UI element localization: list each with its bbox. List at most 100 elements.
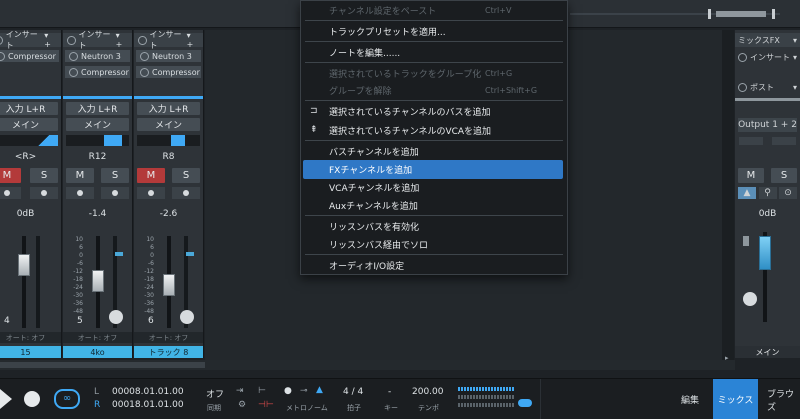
power-icon[interactable] [738, 82, 747, 92]
output-selector[interactable]: メイン [137, 118, 200, 131]
menu-item-enable-listen-bus[interactable]: リッスンバスを有効化 [301, 217, 567, 236]
solo-button[interactable]: S [771, 168, 797, 183]
menu-item-add-aux-channel[interactable]: Auxチャンネルを追加 [301, 196, 567, 215]
mute-button[interactable]: M [738, 168, 764, 183]
chevron-down-icon[interactable]: ▾ + [44, 31, 57, 49]
menu-item-audio-io-setup[interactable]: オーディオI/O設定 [301, 256, 567, 275]
output-selector[interactable]: メイン [66, 118, 129, 131]
menu-item-add-vca-channel[interactable]: VCAチャンネルを追加 [301, 178, 567, 197]
solo-button[interactable]: S [101, 168, 129, 183]
volume-fader[interactable] [18, 254, 30, 276]
channel-name[interactable]: 15 [0, 346, 61, 358]
time-signature-value[interactable]: 4 / 4 [343, 387, 363, 397]
record-arm-button[interactable] [137, 187, 165, 199]
precount-icon[interactable]: ⊣⊢ [258, 400, 274, 410]
post-header[interactable]: ポスト ▾ [735, 80, 800, 94]
meter-icon[interactable] [180, 310, 194, 324]
loop-icon[interactable]: ∞ [54, 389, 80, 409]
volume-fader[interactable] [163, 274, 175, 296]
automation-mode[interactable]: オート: オフ [63, 332, 132, 343]
fader-track[interactable] [22, 236, 26, 328]
key-value[interactable]: - [388, 387, 391, 397]
tempo-value[interactable]: 200.00 [412, 387, 444, 397]
channel-name[interactable]: トラック 8 [134, 346, 203, 358]
mix-fx-selector[interactable]: ミックスFX ▾ [735, 33, 800, 47]
menu-item-edit-notes[interactable]: ノートを編集...... [301, 43, 567, 62]
menu-item-add-vca-for-selected[interactable]: ⇞ 選択されているチャンネルのVCAを追加 [301, 121, 567, 140]
power-icon[interactable] [140, 67, 149, 77]
meter-icon[interactable] [109, 310, 123, 324]
chevron-down-icon[interactable]: ▾ + [116, 31, 128, 49]
menu-item-add-fx-channel[interactable]: FXチャンネルを追加 [303, 160, 563, 179]
chevron-down-icon[interactable]: ▾ + [187, 31, 199, 49]
insert-header[interactable]: インサート ▾ + [134, 30, 203, 50]
input-selector[interactable]: 入力 L+R [66, 102, 129, 115]
timeline-marker-right[interactable] [772, 9, 775, 19]
insert-header[interactable]: インサート ▾ + [63, 30, 132, 50]
input-selector[interactable]: 入力 L+R [0, 102, 58, 115]
power-icon[interactable] [0, 51, 5, 61]
loop-end-value[interactable]: 00018.01.01.00 [112, 400, 184, 410]
monitor-button[interactable] [101, 187, 129, 199]
record-icon[interactable] [24, 391, 40, 407]
punch-out-icon[interactable]: ⊢ [258, 386, 266, 396]
menu-item-add-bus-for-selected[interactable]: ⊐ 選択されているチャンネルのバスを追加 [301, 102, 567, 121]
menu-item-apply-track-preset[interactable]: トラックプリセットを適用... [301, 22, 567, 41]
metronome-dot-icon[interactable]: ● [284, 386, 292, 396]
pan-slider[interactable] [137, 135, 200, 146]
pan-slider[interactable] [0, 135, 58, 146]
meter-icon[interactable] [743, 292, 757, 306]
play-icon[interactable] [0, 389, 12, 409]
sync-value[interactable]: オフ [206, 387, 224, 400]
menu-item-solo-via-listen-bus[interactable]: リッスンバス経由でソロ [301, 235, 567, 254]
volume-fader[interactable] [92, 270, 104, 292]
monitor-button[interactable] [30, 187, 58, 199]
power-icon[interactable] [0, 35, 3, 45]
volume-fader[interactable] [759, 236, 771, 270]
mixer-horizontal-scrollbar[interactable] [0, 360, 735, 370]
automation-mode[interactable]: オート: オフ [0, 332, 61, 343]
tab-browse[interactable]: ブラウズ [759, 379, 800, 419]
level-button-right[interactable] [772, 137, 796, 145]
input-selector[interactable]: 入力 L+R [137, 102, 200, 115]
menu-item-add-bus-channel[interactable]: バスチャンネルを追加 [301, 142, 567, 161]
tab-edit[interactable]: 編集 [668, 379, 712, 419]
solo-button[interactable]: S [172, 168, 200, 183]
insert-header[interactable]: インサート ▾ [735, 50, 800, 64]
power-icon[interactable] [140, 51, 149, 61]
mute-button[interactable]: M [0, 168, 21, 183]
power-icon[interactable] [69, 67, 78, 77]
metronome-settings-icon[interactable]: ⊸ [300, 386, 308, 396]
timeline-loop-range[interactable] [716, 11, 766, 17]
gear-icon[interactable]: ⚙ [238, 400, 246, 410]
channel-name[interactable]: メイン [735, 346, 800, 358]
insert-slot[interactable]: Compressor [0, 50, 59, 62]
record-arm-button[interactable] [66, 187, 94, 199]
solo-button[interactable]: S [30, 168, 58, 183]
punch-in-icon[interactable]: ⇥ [236, 386, 244, 396]
mute-button[interactable]: M [66, 168, 94, 183]
metronome-icon[interactable]: ▲ [316, 385, 323, 395]
monitor-button[interactable] [172, 187, 200, 199]
timeline-marker-left[interactable] [708, 9, 711, 19]
channel-name[interactable]: 4ko [63, 346, 132, 358]
scroll-thumb[interactable] [0, 362, 205, 368]
insert-slot[interactable]: Neutron 3 [136, 50, 201, 62]
loop-start-value[interactable]: 00008.01.01.00 [112, 387, 184, 397]
power-icon[interactable] [67, 35, 76, 45]
power-icon[interactable] [138, 35, 147, 45]
toggle-switch[interactable] [518, 399, 532, 407]
output-selector[interactable]: Output 1 + 2 [738, 118, 797, 132]
mute-button[interactable]: M [137, 168, 165, 183]
mic-icon[interactable]: ⚲ [758, 187, 777, 199]
insert-header[interactable]: インサート ▾ + [0, 30, 61, 50]
insert-slot[interactable]: Compressor [65, 66, 130, 78]
automation-mode[interactable]: オート: オフ [134, 332, 203, 343]
level-button-left[interactable] [739, 137, 763, 145]
pan-slider[interactable] [66, 135, 129, 146]
output-selector[interactable]: メイン [0, 118, 58, 131]
power-icon[interactable] [738, 52, 747, 62]
link-icon[interactable]: ⊙ [779, 187, 797, 199]
tab-mix[interactable]: ミックス [713, 379, 758, 419]
mixer-vertical-scrollbar[interactable]: ▸ [722, 30, 734, 365]
